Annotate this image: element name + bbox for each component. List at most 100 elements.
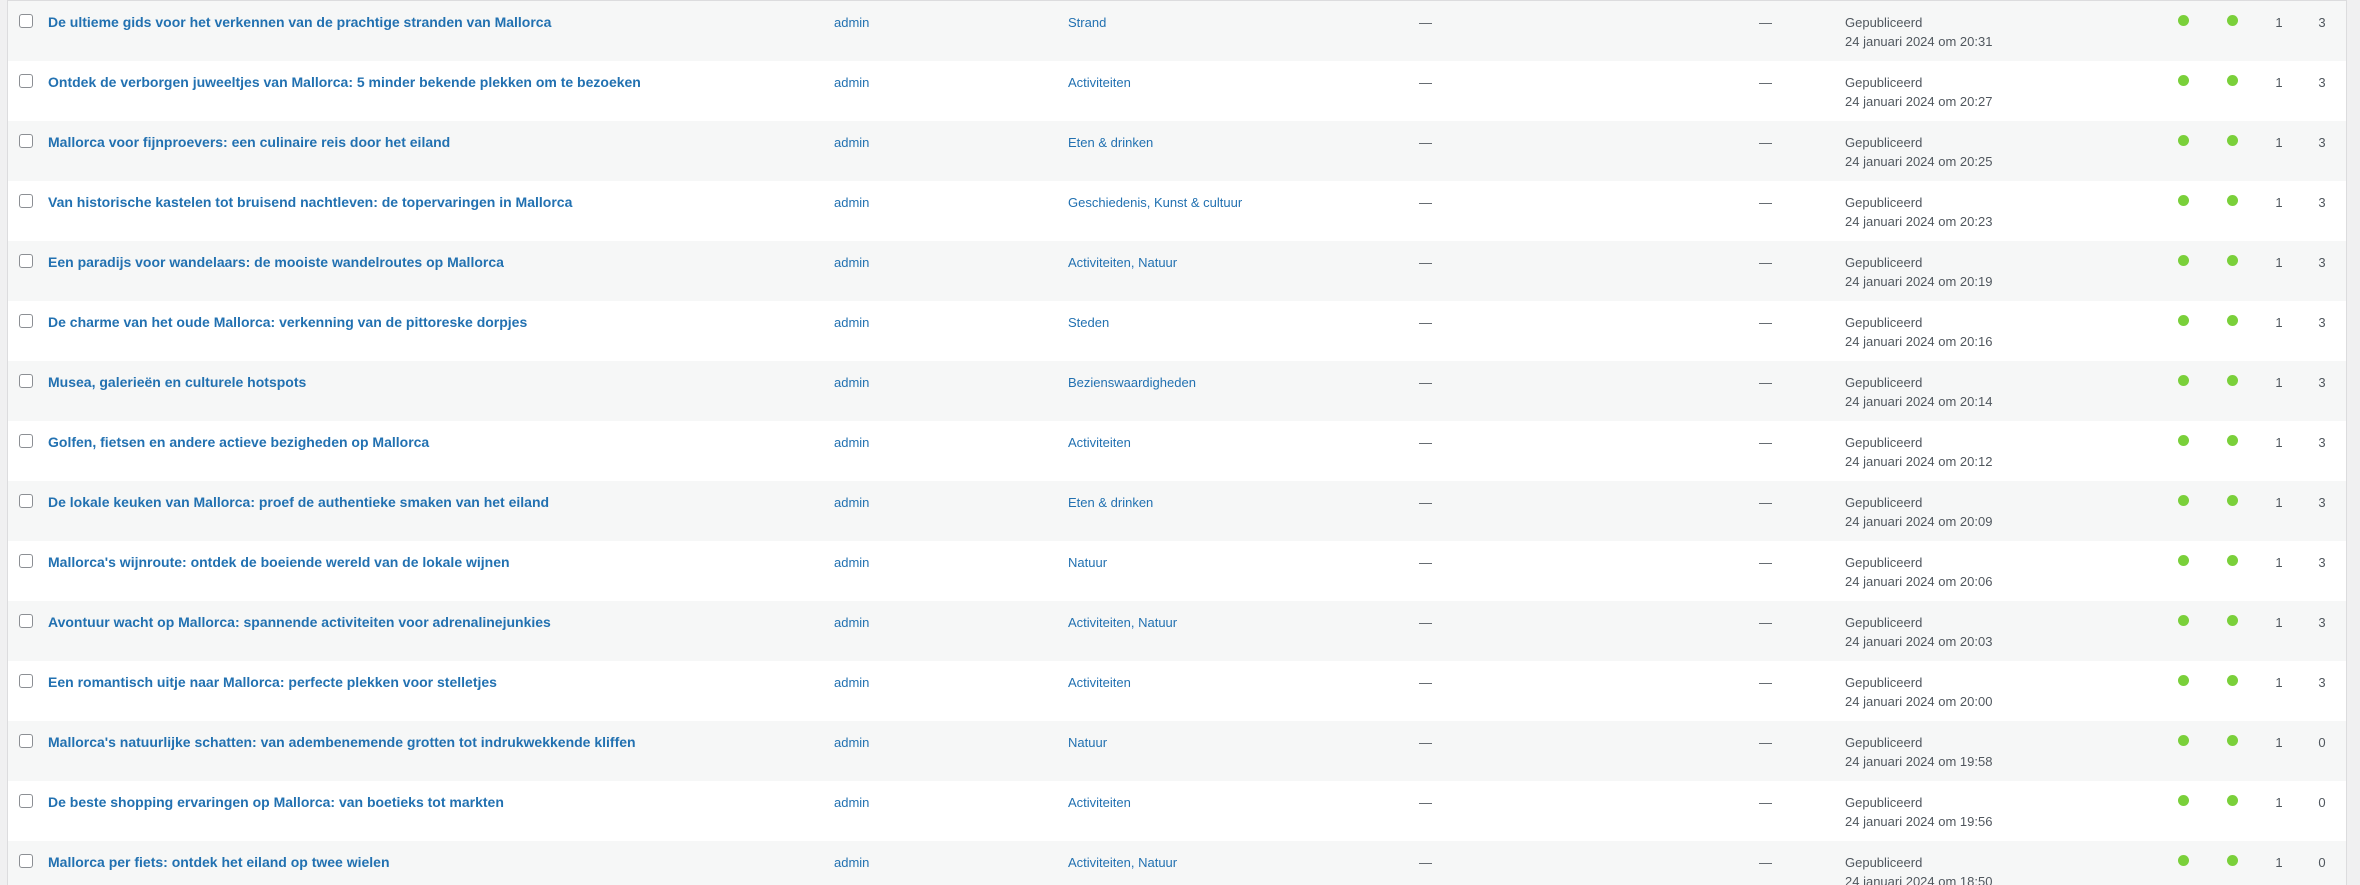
- categories-link[interactable]: Eten & drinken: [1068, 495, 1153, 510]
- post-title-link[interactable]: Een romantisch uitje naar Mallorca: perf…: [48, 674, 497, 690]
- categories-link[interactable]: Natuur: [1068, 555, 1107, 570]
- seo-status-dot-icon: [2178, 135, 2189, 146]
- tags-cell: —: [1419, 735, 1432, 750]
- post-title-link[interactable]: Mallorca per fiets: ontdek het eiland op…: [48, 854, 390, 870]
- tags-cell: —: [1419, 495, 1432, 510]
- date-cell: Gepubliceerd 24 januari 2024 om 20:25: [1845, 133, 1992, 171]
- row-checkbox[interactable]: [19, 374, 33, 388]
- categories-link[interactable]: Natuur: [1068, 735, 1107, 750]
- row-checkbox[interactable]: [19, 254, 33, 268]
- count-cell-2: 0: [2318, 855, 2326, 870]
- seo-status-dot-icon: [2178, 795, 2189, 806]
- count-cell-1: 1: [2275, 615, 2283, 630]
- date-cell: Gepubliceerd 24 januari 2024 om 20:09: [1845, 493, 1992, 531]
- author-link[interactable]: admin: [834, 255, 869, 270]
- post-title-link[interactable]: Musea, galerieën en culturele hotspots: [48, 374, 306, 390]
- post-title-link[interactable]: Mallorca's natuurlijke schatten: van ade…: [48, 734, 636, 750]
- row-checkbox[interactable]: [19, 14, 33, 28]
- categories-link[interactable]: Strand: [1068, 15, 1106, 30]
- tags-cell: —: [1419, 375, 1432, 390]
- post-date: 24 januari 2024 om 20:16: [1845, 334, 1993, 349]
- author-link[interactable]: admin: [834, 435, 869, 450]
- author-link[interactable]: admin: [834, 495, 869, 510]
- categories-link[interactable]: Activiteiten, Natuur: [1068, 255, 1177, 270]
- categories-cell: Geschiedenis, Kunst & cultuur: [1068, 193, 1242, 212]
- categories-link[interactable]: Activiteiten: [1068, 75, 1131, 90]
- post-title-link[interactable]: Ontdek de verborgen juweeltjes van Mallo…: [48, 74, 641, 90]
- categories-link[interactable]: Activiteiten: [1068, 435, 1131, 450]
- author-cell: admin: [834, 73, 869, 92]
- post-title-link[interactable]: Een paradijs voor wandelaars: de mooiste…: [48, 254, 504, 270]
- post-status: Gepubliceerd: [1845, 555, 1923, 570]
- row-checkbox[interactable]: [19, 134, 33, 148]
- author-link[interactable]: admin: [834, 795, 869, 810]
- post-title-link[interactable]: Van historische kastelen tot bruisend na…: [48, 194, 572, 210]
- row-checkbox[interactable]: [19, 854, 33, 868]
- readability-status-dot-icon: [2227, 795, 2238, 806]
- row-checkbox[interactable]: [19, 794, 33, 808]
- row-checkbox[interactable]: [19, 734, 33, 748]
- categories-link[interactable]: Activiteiten, Natuur: [1068, 855, 1177, 870]
- post-title-link[interactable]: De ultieme gids voor het verkennen van d…: [48, 14, 551, 30]
- count-cell-1: 1: [2275, 15, 2283, 30]
- author-link[interactable]: admin: [834, 195, 869, 210]
- post-title-cell: Een paradijs voor wandelaars: de mooiste…: [48, 253, 504, 272]
- row-checkbox[interactable]: [19, 494, 33, 508]
- post-title-link[interactable]: Mallorca's wijnroute: ontdek de boeiende…: [48, 554, 510, 570]
- categories-link[interactable]: Activiteiten: [1068, 675, 1131, 690]
- post-title-link[interactable]: De lokale keuken van Mallorca: proef de …: [48, 494, 549, 510]
- author-link[interactable]: admin: [834, 375, 869, 390]
- row-checkbox[interactable]: [19, 314, 33, 328]
- table-row: Avontuur wacht op Mallorca: spannende ac…: [8, 601, 2346, 661]
- seo-status-dot-icon: [2178, 375, 2189, 386]
- categories-link[interactable]: Steden: [1068, 315, 1109, 330]
- post-title-link[interactable]: Mallorca voor fijnproevers: een culinair…: [48, 134, 450, 150]
- readability-status-dot-icon: [2227, 75, 2238, 86]
- post-title-link[interactable]: De charme van het oude Mallorca: verkenn…: [48, 314, 527, 330]
- author-link[interactable]: admin: [834, 855, 869, 870]
- readability-status-dot-icon: [2227, 495, 2238, 506]
- post-date: 24 januari 2024 om 20:03: [1845, 634, 1993, 649]
- categories-link[interactable]: Eten & drinken: [1068, 135, 1153, 150]
- seo-status-dot-icon: [2178, 675, 2189, 686]
- comments-cell: —: [1759, 135, 1772, 150]
- date-cell: Gepubliceerd 24 januari 2024 om 20:14: [1845, 373, 1992, 411]
- author-link[interactable]: admin: [834, 675, 869, 690]
- categories-link[interactable]: Activiteiten: [1068, 795, 1131, 810]
- table-row: Van historische kastelen tot bruisend na…: [8, 181, 2346, 241]
- date-cell: Gepubliceerd 24 januari 2024 om 19:58: [1845, 733, 1992, 771]
- count-cell-2: 3: [2318, 255, 2326, 270]
- row-checkbox[interactable]: [19, 674, 33, 688]
- tags-cell: —: [1419, 15, 1432, 30]
- author-link[interactable]: admin: [834, 315, 869, 330]
- row-checkbox[interactable]: [19, 614, 33, 628]
- author-link[interactable]: admin: [834, 15, 869, 30]
- count-cell-2: 3: [2318, 315, 2326, 330]
- categories-cell: Steden: [1068, 313, 1109, 332]
- post-title-link[interactable]: De beste shopping ervaringen op Mallorca…: [48, 794, 504, 810]
- count-cell-2: 3: [2318, 495, 2326, 510]
- author-link[interactable]: admin: [834, 135, 869, 150]
- categories-link[interactable]: Activiteiten, Natuur: [1068, 615, 1177, 630]
- author-link[interactable]: admin: [834, 615, 869, 630]
- post-title-cell: Mallorca's natuurlijke schatten: van ade…: [48, 733, 636, 752]
- comments-cell: —: [1759, 735, 1772, 750]
- post-title-link[interactable]: Golfen, fietsen en andere actieve bezigh…: [48, 434, 429, 450]
- row-checkbox[interactable]: [19, 194, 33, 208]
- author-link[interactable]: admin: [834, 75, 869, 90]
- count-cell-2: 3: [2318, 15, 2326, 30]
- readability-status-dot-icon: [2227, 615, 2238, 626]
- comments-cell: —: [1759, 855, 1772, 870]
- date-cell: Gepubliceerd 24 januari 2024 om 20:31: [1845, 13, 1992, 51]
- categories-link[interactable]: Geschiedenis, Kunst & cultuur: [1068, 195, 1242, 210]
- author-link[interactable]: admin: [834, 555, 869, 570]
- row-checkbox[interactable]: [19, 74, 33, 88]
- author-link[interactable]: admin: [834, 735, 869, 750]
- post-date: 24 januari 2024 om 20:00: [1845, 694, 1993, 709]
- count-cell-2: 3: [2318, 195, 2326, 210]
- row-checkbox[interactable]: [19, 554, 33, 568]
- row-checkbox[interactable]: [19, 434, 33, 448]
- count-cell-1: 1: [2275, 495, 2283, 510]
- post-title-link[interactable]: Avontuur wacht op Mallorca: spannende ac…: [48, 614, 551, 630]
- categories-link[interactable]: Bezienswaardigheden: [1068, 375, 1196, 390]
